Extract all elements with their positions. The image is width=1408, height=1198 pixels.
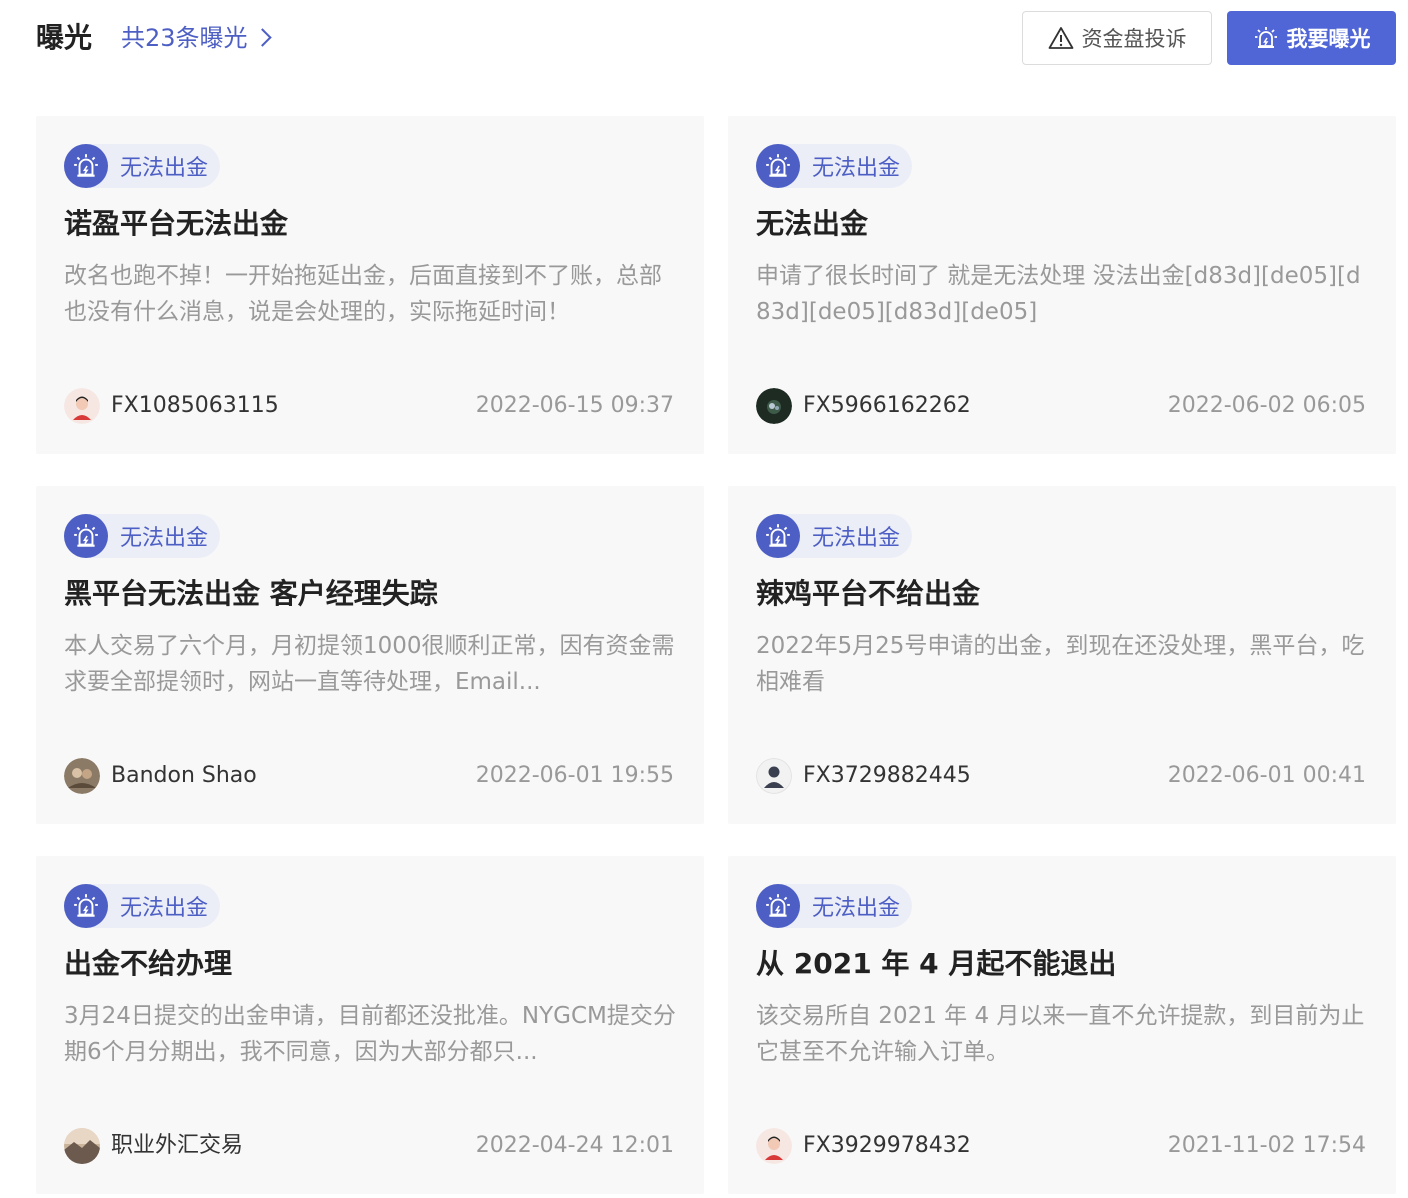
category-tag-label: 无法出金 [120, 896, 209, 921]
dark-nature-photo-avatar-icon [756, 388, 792, 424]
exposure-card[interactable]: 无法出金 诺盈平台无法出金 改名也跑不掉！一开始拖延出金，后面直接到不了账，总部… [36, 116, 704, 454]
post-date: 2022-04-24 12:01 [475, 1133, 674, 1158]
author-name: FX3929978432 [803, 1133, 971, 1158]
card-title: 从 2021 年 4 月起不能退出 [756, 947, 1117, 980]
card-title: 出金不给办理 [64, 947, 233, 980]
landscape-photo-avatar-icon [64, 1128, 100, 1164]
card-description: 3月24日提交的出金申请，目前都还没批准。NYGCM提交分期6个月分期出，我不同… [64, 1003, 676, 1065]
card-title: 诺盈平台无法出金 [64, 207, 289, 240]
card-title: 辣鸡平台不给出金 [756, 577, 981, 610]
expose-button[interactable]: 我要曝光 [1227, 11, 1396, 65]
warning-icon [1048, 27, 1073, 49]
complaint-button-label: 资金盘投诉 [1081, 27, 1187, 51]
exposure-card[interactable]: 无法出金 出金不给办理 3月24日提交的出金申请，目前都还没批准。NYGCM提交… [36, 856, 704, 1194]
category-tag: 无法出金 [64, 884, 221, 928]
author-name: FX5966162262 [803, 393, 971, 418]
card-title: 无法出金 [756, 207, 869, 240]
expose-button-label: 我要曝光 [1286, 27, 1371, 51]
category-tag: 无法出金 [756, 884, 913, 928]
author-name: Bandon Shao [111, 763, 257, 788]
alarm-light-icon [756, 144, 800, 188]
card-title: 黑平台无法出金 客户经理失踪 [64, 577, 438, 610]
post-date: 2022-06-01 00:41 [1167, 763, 1366, 788]
exposure-card[interactable]: 无法出金 无法出金 申请了很长时间了 就是无法处理 没法出金[d83d][de0… [728, 116, 1396, 454]
post-date: 2022-06-15 09:37 [475, 393, 674, 418]
post-date: 2022-06-01 19:55 [475, 763, 674, 788]
alarm-light-icon [1254, 27, 1277, 48]
card-description: 该交易所自 2021 年 4 月以来一直不允许提款，到目前为止它甚至不允许输入订… [756, 1003, 1365, 1065]
category-tag-label: 无法出金 [812, 896, 901, 921]
alarm-light-icon [64, 144, 108, 188]
category-tag-label: 无法出金 [812, 156, 901, 181]
author-name: 职业外汇交易 [111, 1133, 244, 1158]
page-title: 曝光 [36, 21, 93, 54]
post-date: 2022-06-02 06:05 [1167, 393, 1366, 418]
category-tag-label: 无法出金 [120, 526, 209, 551]
photo-avatar-icon [64, 758, 100, 794]
category-tag: 无法出金 [64, 144, 221, 188]
card-description: 申请了很长时间了 就是无法处理 没法出金[d83d][de05][d83d][d… [756, 263, 1361, 325]
exposure-count-label: 共23条曝光 [121, 24, 248, 52]
exposure-card[interactable]: 无法出金 从 2021 年 4 月起不能退出 该交易所自 2021 年 4 月以… [728, 856, 1396, 1194]
author-name: FX3729882445 [803, 763, 971, 788]
cartoon-person-avatar-icon [64, 388, 100, 424]
category-tag: 无法出金 [756, 514, 913, 558]
chevron-right-icon [256, 18, 272, 58]
card-description: 改名也跑不掉！一开始拖延出金，后面直接到不了账，总部也没有什么消息，说是会处理的… [64, 263, 662, 325]
alarm-light-icon [64, 514, 108, 558]
complaint-button[interactable]: 资金盘投诉 [1022, 11, 1212, 65]
exposure-card[interactable]: 无法出金 辣鸡平台不给出金 2022年5月25号申请的出金，到现在还没处理，黑平… [728, 486, 1396, 824]
page-header: 曝光 共23条曝光 资金盘投诉 我要曝光 [0, 0, 1408, 80]
category-tag-label: 无法出金 [812, 526, 901, 551]
card-description: 2022年5月25号申请的出金，到现在还没处理，黑平台，吃相难看 [756, 633, 1365, 695]
category-tag-label: 无法出金 [120, 156, 209, 181]
post-date: 2021-11-02 17:54 [1167, 1133, 1366, 1158]
alarm-light-icon [756, 514, 800, 558]
cartoon-person-avatar-icon [756, 1128, 792, 1164]
alarm-light-icon [756, 884, 800, 928]
author-name: FX1085063115 [111, 393, 279, 418]
exposure-card[interactable]: 无法出金 黑平台无法出金 客户经理失踪 本人交易了六个月，月初提领1000很顺利… [36, 486, 704, 824]
category-tag: 无法出金 [64, 514, 221, 558]
alarm-light-icon [64, 884, 108, 928]
card-description: 本人交易了六个月，月初提领1000很顺利正常，因有资金需求要全部提领时，网站一直… [64, 633, 675, 695]
exposure-count-link[interactable]: 共23条曝光 [121, 18, 272, 58]
category-tag: 无法出金 [756, 144, 913, 188]
default-user-silhouette-avatar-icon [756, 758, 792, 794]
